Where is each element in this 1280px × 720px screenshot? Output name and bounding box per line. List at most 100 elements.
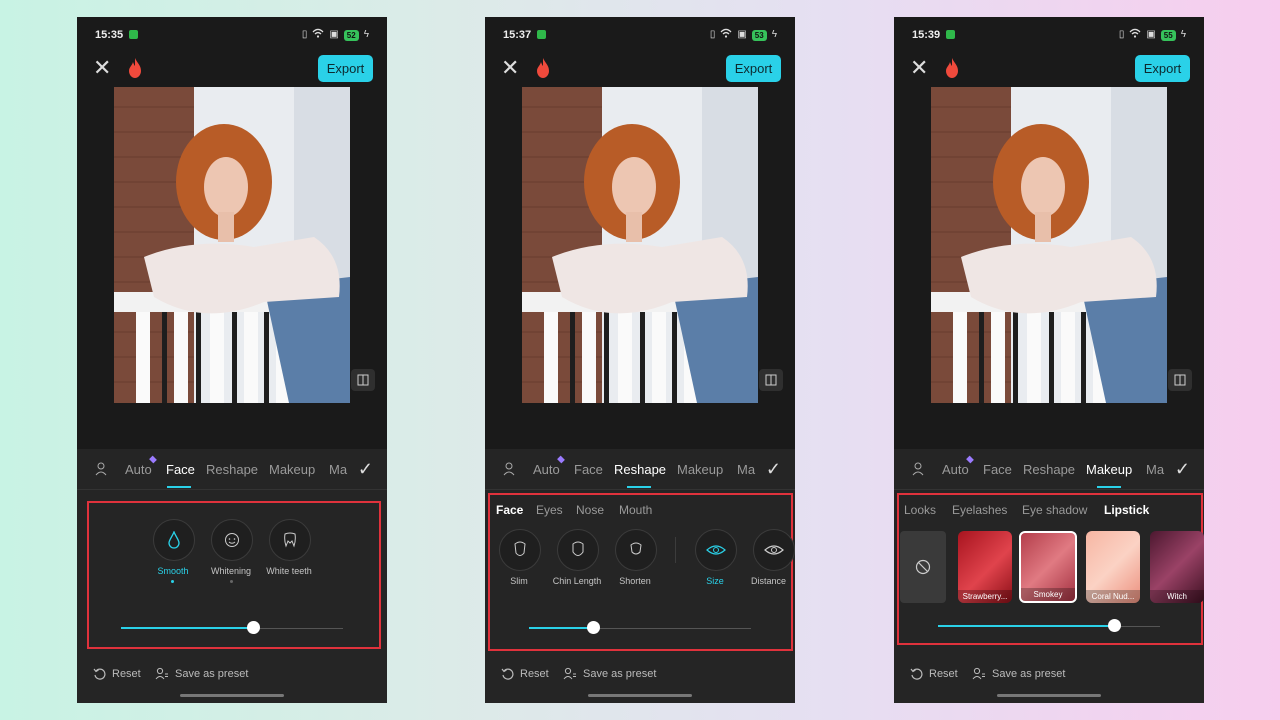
option-chin-length-label: Chin Length	[552, 576, 602, 586]
close-icon[interactable]: ✕	[501, 57, 519, 79]
option-smooth-label: Smooth	[157, 566, 189, 576]
save-preset-button[interactable]: Save as preset	[972, 667, 1065, 680]
edit-panel: Auto Face Reshape Makeup Ma ✓ Looks Eyel…	[894, 449, 1204, 703]
status-time: 15:39	[912, 29, 941, 41]
sim-icon: ▣	[329, 29, 339, 40]
reset-icon	[93, 668, 106, 680]
slider-knob[interactable]	[1108, 619, 1121, 632]
option-whitening[interactable]	[211, 519, 253, 561]
subtab-eyelashes[interactable]: Eyelashes	[952, 503, 1007, 517]
compare-button[interactable]	[351, 369, 375, 391]
tab-more[interactable]: Ma	[1146, 462, 1164, 477]
reset-button[interactable]: Reset	[910, 667, 958, 680]
tab-reshape[interactable]: Reshape	[1023, 462, 1075, 477]
eye-size-icon	[706, 545, 726, 555]
subtab-face[interactable]: Face	[496, 503, 523, 517]
photo-preview	[522, 87, 758, 403]
subtab-eye-shadow[interactable]: Eye shadow	[1022, 503, 1087, 517]
panel-footer: Reset Save as preset	[485, 659, 795, 687]
battery-indicator: 52	[343, 29, 359, 41]
message-icon	[129, 30, 138, 39]
compare-button[interactable]	[759, 369, 783, 391]
option-chin-length[interactable]	[557, 529, 599, 571]
tab-makeup[interactable]: Makeup	[269, 462, 315, 477]
person-adjust-icon[interactable]	[912, 462, 926, 476]
flame-icon[interactable]	[535, 57, 551, 79]
none-option[interactable]	[900, 531, 946, 603]
tab-auto[interactable]: Auto	[125, 462, 152, 477]
reset-label: Reset	[520, 667, 549, 680]
edit-panel: Auto Face Reshape Makeup Ma ✓ Smooth Whi…	[77, 449, 387, 703]
tab-more[interactable]: Ma	[329, 462, 347, 477]
person-preset-icon	[155, 667, 168, 680]
charging-icon: ϟ	[363, 29, 369, 40]
reset-button[interactable]: Reset	[93, 667, 141, 680]
feature-tabs: Auto Face Reshape Makeup Ma ✓	[77, 449, 387, 490]
option-shorten[interactable]	[615, 529, 657, 571]
confirm-check-icon[interactable]: ✓	[766, 459, 781, 480]
wifi-icon	[720, 28, 732, 42]
sim-icon: ▣	[1146, 29, 1156, 40]
reset-icon	[501, 668, 514, 680]
option-smooth[interactable]	[153, 519, 195, 561]
status-bar: 15:37 ▯ ▣ 53 ϟ	[485, 17, 795, 53]
export-button[interactable]: Export	[318, 55, 373, 82]
phone-screen-reshape: 15:37 ▯ ▣ 53 ϟ ✕ Export Auto Face Reshap…	[485, 17, 795, 703]
phone-screen-face: 15:35 ▯ ▣ 52 ϟ ✕ Export Auto Face Reshap…	[77, 17, 387, 703]
applied-dot	[171, 580, 174, 583]
option-slim[interactable]	[499, 529, 541, 571]
compare-button[interactable]	[1168, 369, 1192, 391]
tab-reshape[interactable]: Reshape	[206, 462, 258, 477]
reset-button[interactable]: Reset	[501, 667, 549, 680]
charging-icon: ϟ	[771, 29, 777, 40]
slider-knob[interactable]	[587, 621, 600, 634]
subtab-lipstick[interactable]: Lipstick	[1104, 503, 1149, 517]
subtab-nose[interactable]: Nose	[576, 503, 604, 517]
swatch-witch[interactable]: Witch	[1150, 531, 1204, 603]
tab-face[interactable]: Face	[983, 462, 1012, 477]
status-bar: 15:35 ▯ ▣ 52 ϟ	[77, 17, 387, 53]
confirm-check-icon[interactable]: ✓	[1175, 459, 1190, 480]
swatch-strawberry[interactable]: Strawberry...	[958, 531, 1012, 603]
feature-tabs: Auto Face Reshape Makeup Ma ✓	[894, 449, 1204, 490]
option-white-teeth[interactable]	[269, 519, 311, 561]
message-icon	[946, 30, 955, 39]
save-preset-button[interactable]: Save as preset	[155, 667, 248, 680]
swatch-coral-nude[interactable]: Coral Nud...	[1086, 531, 1140, 603]
close-icon[interactable]: ✕	[93, 57, 111, 79]
save-preset-label: Save as preset	[992, 667, 1066, 680]
tab-face[interactable]: Face	[574, 462, 603, 477]
status-time: 15:37	[503, 29, 532, 41]
slider-knob[interactable]	[247, 621, 260, 634]
person-adjust-icon[interactable]	[503, 462, 517, 476]
subtab-looks[interactable]: Looks	[904, 503, 936, 517]
tab-reshape[interactable]: Reshape	[614, 462, 666, 477]
close-icon[interactable]: ✕	[910, 57, 928, 79]
eye-distance-icon	[764, 545, 784, 555]
top-bar: ✕ Export	[77, 55, 387, 85]
save-preset-button[interactable]: Save as preset	[563, 667, 656, 680]
tab-auto[interactable]: Auto	[533, 462, 560, 477]
top-bar: ✕ Export	[485, 55, 795, 85]
person-adjust-icon[interactable]	[95, 462, 109, 476]
option-size[interactable]	[695, 529, 737, 571]
active-tab-indicator	[167, 486, 191, 488]
flame-icon[interactable]	[127, 57, 143, 79]
swatch-label: Strawberry...	[958, 590, 1012, 603]
tab-more[interactable]: Ma	[737, 462, 755, 477]
subtab-mouth[interactable]: Mouth	[619, 503, 652, 517]
option-distance[interactable]	[753, 529, 795, 571]
tab-makeup[interactable]: Makeup	[677, 462, 723, 477]
subtab-eyes[interactable]: Eyes	[536, 503, 563, 517]
flame-icon[interactable]	[944, 57, 960, 79]
home-indicator	[588, 694, 692, 697]
tab-face[interactable]: Face	[166, 462, 195, 477]
export-button[interactable]: Export	[1135, 55, 1190, 82]
export-button[interactable]: Export	[726, 55, 781, 82]
option-whitening-label: Whitening	[210, 566, 252, 576]
confirm-check-icon[interactable]: ✓	[358, 459, 373, 480]
tab-auto[interactable]: Auto	[942, 462, 969, 477]
swatch-smokey[interactable]: Smokey	[1019, 531, 1077, 603]
tab-makeup[interactable]: Makeup	[1086, 462, 1132, 477]
option-slim-label: Slim	[510, 576, 528, 586]
